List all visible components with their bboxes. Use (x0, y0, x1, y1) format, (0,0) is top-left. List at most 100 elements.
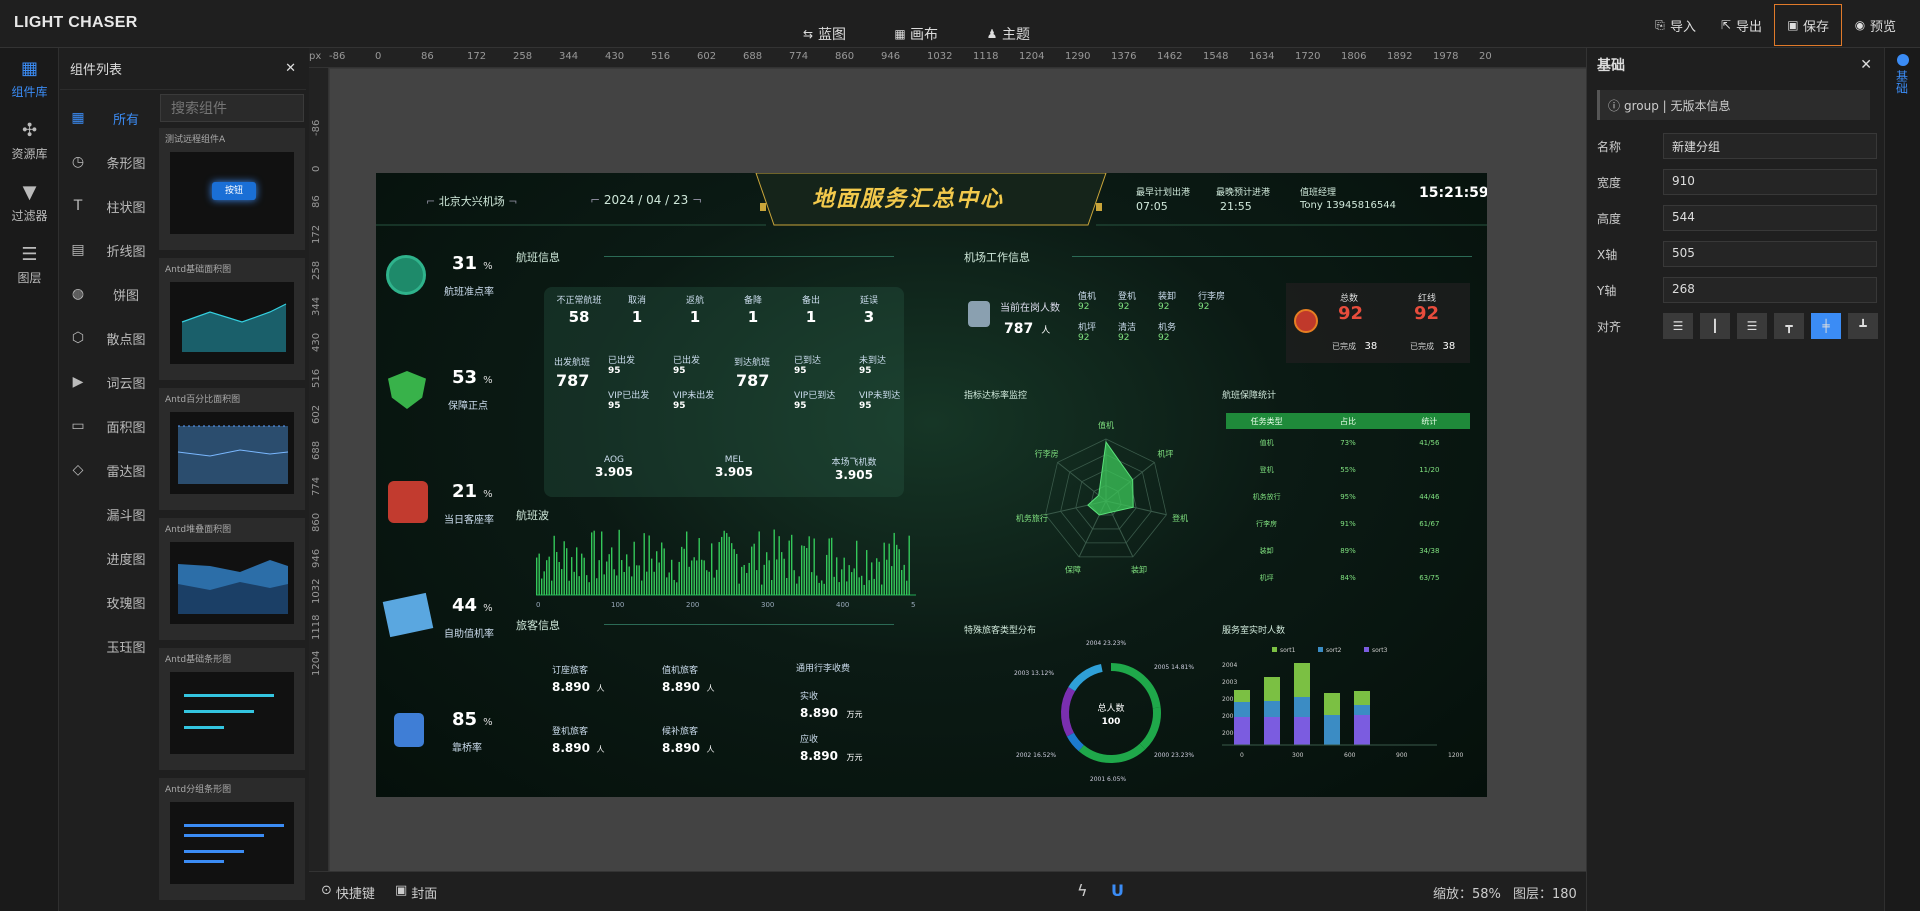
wave-bar (771, 579, 773, 595)
lightning-icon[interactable]: ϟ (1077, 881, 1088, 900)
wave-bar (863, 584, 865, 595)
wave-bar (888, 543, 890, 595)
component-card[interactable]: 测试远程组件A 按钮 (159, 128, 305, 250)
ruler-tick: 688 (743, 51, 763, 62)
export-button[interactable]: ⇱ 导出 (1708, 6, 1774, 45)
grid-cell: 已出发 95 (608, 353, 673, 376)
component-card[interactable]: Antd堆叠面积图 (159, 518, 305, 640)
nav-resource-library[interactable]: ✣ 资源库 (0, 110, 59, 172)
magnet-icon[interactable]: U (1111, 881, 1124, 900)
work-cell-label: 值机 (1078, 292, 1097, 302)
ruler-tick: 602 (311, 404, 322, 424)
align-left-icon[interactable]: ☰ (1663, 313, 1693, 339)
category-item[interactable]: 玉珏图 (96, 624, 156, 668)
wave-bar (753, 543, 755, 595)
component-card[interactable]: Antd分组条形图 (159, 778, 305, 900)
vertical-ruler: -86 0 86 172 258 344 430 516 602 688 774 860 946 1032… (309, 68, 329, 871)
wave-bar (681, 546, 683, 595)
search-input[interactable] (160, 94, 304, 122)
align-middle-icon[interactable]: ╪ (1811, 313, 1841, 339)
diamond-icon[interactable]: ◇ (60, 448, 96, 492)
align-bottom-icon[interactable]: ┻ (1848, 313, 1878, 339)
wave-bar (841, 569, 843, 595)
wave-bar (726, 533, 728, 595)
category-item[interactable]: 条形图 (96, 140, 156, 184)
table-cell: 41/56 (1419, 438, 1440, 447)
value: 8.890 (662, 741, 700, 755)
ruler-tick: 774 (789, 51, 809, 62)
category-item[interactable]: 雷达图 (96, 448, 156, 492)
height-input[interactable]: 544 (1663, 205, 1877, 231)
legend-label: sort2 (1326, 647, 1342, 654)
nav-component-library[interactable]: ▦ 组件库 (0, 48, 59, 110)
category-item[interactable]: 词云图 (96, 360, 156, 404)
ruler-tick: 774 (311, 476, 322, 496)
wave-bar (706, 570, 708, 595)
legend-swatch (1272, 647, 1277, 652)
close-icon[interactable]: ✕ (285, 61, 296, 76)
save-button[interactable]: ▣ 保存 (1773, 4, 1842, 46)
x-tick: 600 (1344, 752, 1356, 759)
category-item[interactable]: 散点图 (96, 316, 156, 360)
video-icon[interactable]: ▶ (60, 360, 96, 404)
zoom-level[interactable]: 缩放：58% (1433, 883, 1501, 902)
wave-bar (693, 557, 695, 595)
grid-cell-label: 未到达 (859, 356, 887, 366)
table-header-cell: 统计 (1421, 416, 1438, 426)
unit: 人 (593, 745, 605, 754)
alert-panel: 总数 92 红线 92 已完成 38 已完成 38 (1286, 283, 1470, 363)
category-item[interactable]: 折线图 (96, 228, 156, 272)
component-card[interactable]: Antd百分比面积图 (159, 388, 305, 510)
component-card[interactable]: Antd基础面积图 (159, 258, 305, 380)
align-center-h-icon[interactable]: ┃ (1700, 313, 1730, 339)
all-icon[interactable]: ▦ (60, 96, 96, 140)
align-top-icon[interactable]: ┳ (1774, 313, 1804, 339)
wave-bar (843, 557, 845, 595)
category-item[interactable]: 柱状图 (96, 184, 156, 228)
category-item[interactable]: 面积图 (96, 404, 156, 448)
category-item[interactable]: 所有 (96, 96, 156, 140)
wave-bar (896, 544, 898, 595)
donut-label: 2005 14.81% (1154, 664, 1194, 671)
name-input[interactable]: 新建分组 (1663, 133, 1877, 159)
wave-bar (731, 543, 733, 595)
width-input[interactable]: 910 (1663, 169, 1877, 195)
align-right-icon[interactable]: ☰ (1737, 313, 1767, 339)
wave-bar (853, 568, 855, 595)
wave-bar (603, 574, 605, 595)
basic-tab-icon[interactable] (1896, 54, 1909, 66)
passenger-stat: 候补旅客 8.890 人 (662, 724, 772, 755)
window-icon[interactable]: ▭ (60, 404, 96, 448)
category-item[interactable]: 进度图 (96, 536, 156, 580)
nav-filter[interactable]: ▼ 过滤器 (0, 172, 59, 234)
palette-icon[interactable]: ◍ (60, 272, 96, 316)
clock-icon[interactable]: ◷ (60, 140, 96, 184)
wave-tick: 400 (836, 601, 849, 609)
grid-cell-label: 已到达 (794, 356, 822, 366)
category-item[interactable]: 玫瑰图 (96, 580, 156, 624)
basic-tab-label[interactable]: 基础 (1895, 70, 1911, 94)
category-item[interactable]: 漏斗图 (96, 492, 156, 536)
app-logo: LIGHT CHASER (14, 14, 138, 31)
ruler-tick: 344 (559, 51, 579, 62)
wave-bar (773, 529, 775, 595)
y-input[interactable]: 268 (1663, 277, 1877, 303)
work-cell-label: 清洁 (1118, 323, 1137, 333)
cube-icon[interactable]: ⬡ (60, 316, 96, 360)
import-button[interactable]: ⎘ 导入 (1642, 6, 1708, 45)
wave-tick: 200 (686, 601, 699, 609)
dep-label: 出发航班 (554, 358, 591, 368)
x-input[interactable]: 505 (1663, 241, 1877, 267)
nav-layers[interactable]: ☰ 图层 (0, 234, 59, 296)
wave-bar (643, 533, 645, 595)
shortcut-button[interactable]: ⊙ 快捷键 (321, 883, 375, 902)
cover-button[interactable]: ▣ 封面 (395, 883, 437, 902)
category-item[interactable]: 饼图 (96, 272, 156, 316)
wave-bar (591, 532, 593, 595)
preview-button[interactable]: ◉ 预览 (1842, 6, 1908, 45)
component-card[interactable]: Antd基础条形图 (159, 648, 305, 770)
close-icon[interactable]: ✕ (1860, 57, 1872, 73)
dashboard-screen[interactable]: 地面服务汇总中心 ⌐ 北京大兴机场 ¬ ⌐ 2024 / 04 / 23 ¬ 最… (376, 173, 1487, 797)
text-icon[interactable]: T (60, 184, 96, 228)
map-icon[interactable]: ▤ (60, 228, 96, 272)
